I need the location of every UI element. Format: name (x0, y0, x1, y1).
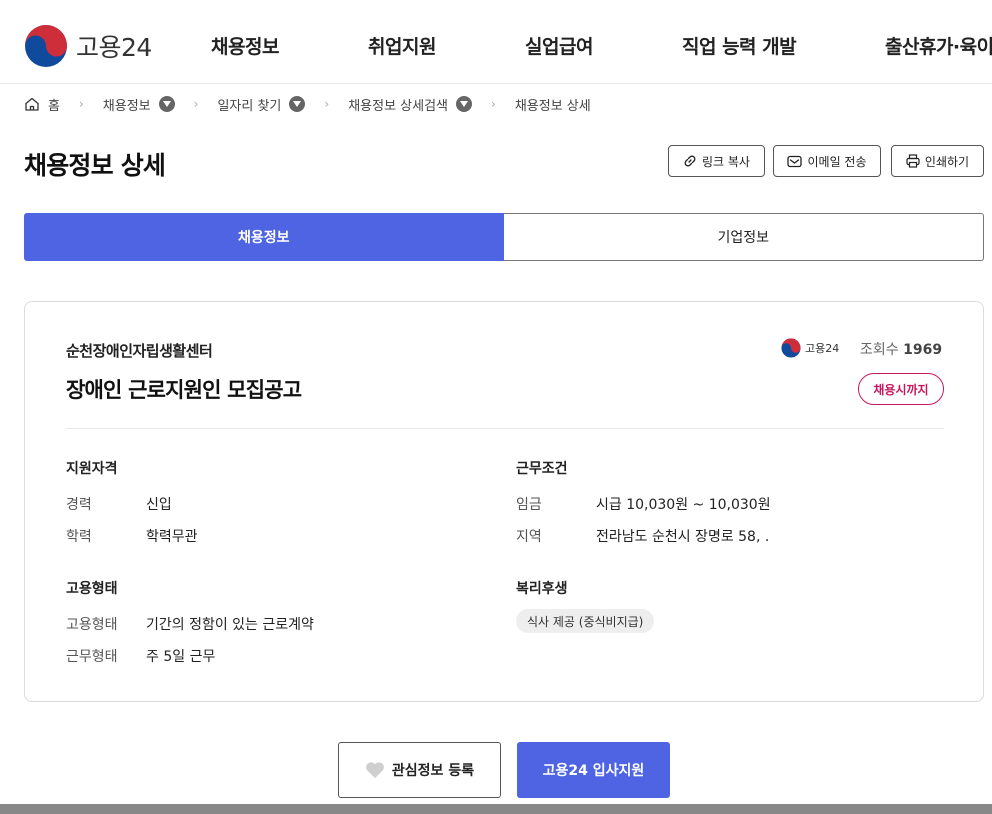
print-label: 인쇄하기 (924, 154, 970, 169)
global-header: 고용24 채용정보 취업지원 실업급여 직업 능력 개발 출산휴가·육이 (0, 0, 992, 84)
breadcrumb-item-label: 채용정보 (102, 98, 151, 114)
chevron-right-icon: › (491, 97, 496, 111)
field-label-region: 지역 (516, 529, 542, 545)
taegeuk-logo-icon (781, 338, 801, 358)
section-heading-welfare: 복리후생 (516, 581, 568, 597)
section-heading-conditions: 근무조건 (516, 461, 568, 477)
breadcrumb: 홈 › 채용정보 › 일자리 찾기 › 채용정보 상세검색 › 채용정보 상세 (24, 94, 591, 114)
email-label: 이메일 전송 (807, 154, 867, 169)
field-label-work-type: 근무형태 (66, 649, 118, 665)
breadcrumb-item-label: 채용정보 상세 (514, 98, 591, 114)
tab-company-info[interactable]: 기업정보 (503, 213, 984, 261)
taegeuk-logo-icon (25, 25, 67, 67)
dropdown-icon[interactable] (456, 96, 472, 112)
dropdown-icon[interactable] (289, 96, 306, 112)
email-button[interactable]: 이메일 전송 (773, 145, 881, 177)
nav-item-skill-development[interactable]: 직업 능력 개발 (682, 32, 797, 59)
field-value-career: 신입 (146, 497, 172, 513)
breadcrumb-home-label: 홈 (48, 98, 60, 114)
home-icon (25, 97, 39, 111)
view-count: 조회수 1969 (860, 339, 942, 359)
nav-item-employment-support[interactable]: 취업지원 (368, 32, 436, 59)
job-title: 장애인 근로지원인 모집공고 (66, 378, 302, 402)
field-value-employment-type: 기간의 정함이 있는 근로계약 (146, 617, 314, 633)
mail-icon (787, 155, 803, 167)
add-favorite-label: 관심정보 등록 (391, 763, 475, 779)
breadcrumb-item-current: 채용정보 상세 (515, 95, 591, 114)
deadline-badge: 채용시까지 (858, 373, 944, 405)
link-icon (684, 155, 696, 167)
view-count-label: 조회수 (860, 342, 899, 358)
apply-button[interactable]: 고용24 입사지원 (517, 742, 670, 798)
breadcrumb-item-label: 일자리 찾기 (217, 98, 282, 114)
page-title: 채용정보 상세 (24, 151, 166, 180)
welfare-chip: 식사 제공 (중식비지급) (516, 609, 655, 633)
printer-icon (906, 154, 920, 168)
field-value-education: 학력무관 (146, 529, 198, 545)
chevron-right-icon: › (193, 97, 199, 111)
field-value-work-type: 주 5일 근무 (146, 649, 216, 665)
field-label-education: 학력 (66, 529, 92, 545)
nav-item-parental-leave[interactable]: 출산휴가·육이 (885, 32, 992, 59)
company-name: 순천장애인자립생활센터 (66, 342, 213, 360)
site-logo[interactable]: 고용24 (24, 24, 152, 68)
page-bottom-bar (0, 804, 992, 814)
field-value-region: 전라남도 순천시 장명로 58, . (596, 529, 770, 545)
section-heading-qualification: 지원자격 (66, 461, 118, 477)
print-button[interactable]: 인쇄하기 (891, 145, 984, 177)
source-label: 고용24 (805, 342, 840, 355)
breadcrumb-item-job-search[interactable]: 일자리 찾기 (217, 95, 306, 114)
copy-link-label: 링크 복사 (702, 154, 750, 169)
view-count-value: 1969 (903, 342, 943, 358)
field-value-wage: 시급 10,030원 ~ 10,030원 (596, 497, 771, 513)
add-favorite-button[interactable]: 관심정보 등록 (338, 742, 501, 798)
dropdown-icon[interactable] (158, 96, 175, 112)
breadcrumb-item-label: 채용정보 상세검색 (348, 98, 448, 114)
chevron-right-icon: › (324, 97, 330, 111)
breadcrumb-home[interactable]: 홈 (24, 95, 60, 114)
source-badge: 고용24 (781, 338, 839, 358)
heart-icon (366, 762, 384, 778)
tab-recruit-info[interactable]: 채용정보 (24, 213, 504, 261)
chevron-right-icon: › (78, 97, 84, 111)
breadcrumb-item-recruit[interactable]: 채용정보 (103, 95, 175, 114)
field-label-employment-type: 고용형태 (66, 617, 118, 633)
section-heading-employment: 고용형태 (66, 581, 118, 597)
logo-text: 고용24 (76, 33, 152, 62)
nav-item-recruit[interactable]: 채용정보 (211, 32, 279, 59)
field-label-career: 경력 (66, 497, 92, 513)
job-posting-card: 순천장애인자립생활센터 장애인 근로지원인 모집공고 고용24 조회수 1969… (24, 301, 984, 702)
card-divider (66, 428, 944, 429)
field-label-wage: 임금 (516, 497, 542, 513)
copy-link-button[interactable]: 링크 복사 (668, 145, 765, 177)
nav-item-unemployment-benefit[interactable]: 실업급여 (525, 32, 593, 59)
breadcrumb-item-detail-search[interactable]: 채용정보 상세검색 (348, 95, 472, 114)
detail-tabs: 채용정보 기업정보 (24, 213, 984, 261)
